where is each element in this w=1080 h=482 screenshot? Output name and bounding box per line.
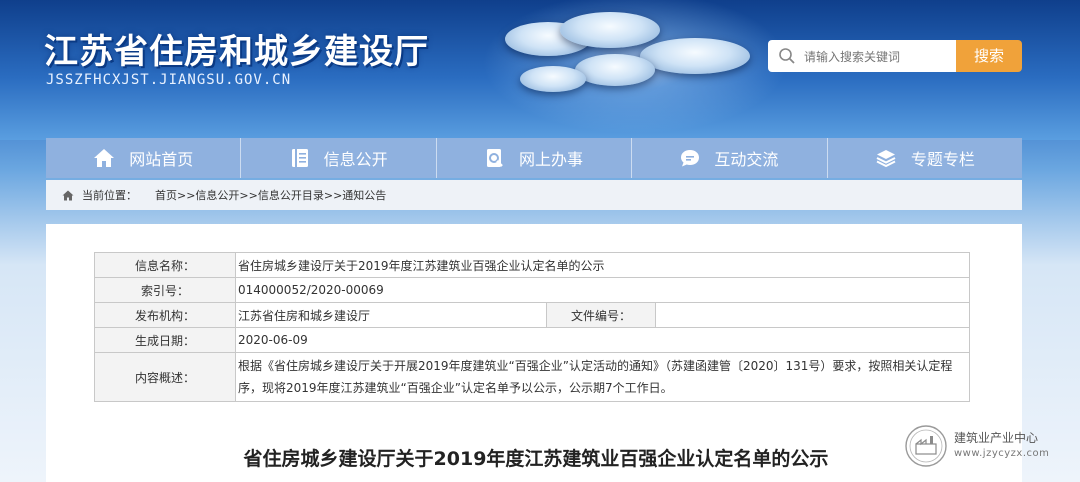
nav-item-label: 专题专栏: [910, 150, 975, 169]
info-table: 信息名称： 省住房城乡建设厅关于2019年度江苏建筑业百强企业认定名单的公示 索…: [94, 252, 970, 402]
table-row: 发布机构： 江苏省住房和城乡建设厅 文件编号：: [94, 302, 970, 328]
home-icon: [94, 149, 115, 167]
site-title[interactable]: 江苏省住房和城乡建设厅: [44, 24, 429, 73]
main-nav: 网站首页 信息公开 网上办事 互动交流 专题专栏: [46, 138, 1022, 178]
nav-item-label: 互动交流: [714, 150, 779, 169]
search-input[interactable]: [802, 46, 954, 68]
search-icon: [779, 48, 795, 64]
chat-icon: [681, 150, 700, 167]
stadium-dome-2: [560, 12, 660, 48]
breadcrumb-prefix: 当前位置：: [82, 189, 137, 202]
stadium-dome-4: [575, 54, 655, 86]
date-label: 生成日期：: [94, 327, 236, 353]
site-header: 江苏省住房和城乡建设厅 JSSZFHCXJST.JIANGSU.GOV.CN 搜…: [0, 0, 1080, 140]
nav-item-label: 信息公开: [323, 150, 388, 169]
watermark-name: 建筑业产业中心: [954, 431, 1039, 445]
nav-item-label: 网上办事: [519, 150, 584, 169]
document-icon: [291, 149, 308, 167]
nav-item-info-public[interactable]: 信息公开: [241, 138, 437, 178]
watermark: 建筑业产业中心 www.jzycyzx.com: [904, 424, 1080, 470]
main-content: 信息名称： 省住房城乡建设厅关于2019年度江苏建筑业百强企业认定名单的公示 索…: [46, 224, 1022, 482]
nav-item-online-service[interactable]: 网上办事: [437, 138, 633, 178]
stadium-dome-3: [640, 38, 750, 74]
table-row: 内容概述： 根据《省住房城乡建设厅关于开展2019年度建筑业“百强企业”认定活动…: [94, 352, 970, 402]
nav-item-label: 网站首页: [129, 150, 194, 169]
stadium-dome-5: [520, 66, 586, 92]
info-name-label: 信息名称：: [94, 252, 236, 278]
search-button[interactable]: 搜索: [956, 40, 1022, 72]
nav-item-home[interactable]: 网站首页: [46, 138, 242, 178]
org-value: 江苏省住房和城乡建设厅: [235, 302, 547, 328]
search-doc-icon: [487, 149, 503, 167]
nav-item-special-topics[interactable]: 专题专栏: [828, 138, 1022, 178]
org-label: 发布机构：: [94, 302, 236, 328]
nav-item-interaction[interactable]: 互动交流: [632, 138, 828, 178]
home-icon: [62, 190, 74, 200]
watermark-url: www.jzycyzx.com: [954, 448, 1050, 459]
table-row: 信息名称： 省住房城乡建设厅关于2019年度江苏建筑业百强企业认定名单的公示: [94, 252, 970, 278]
summary-label: 内容概述：: [94, 352, 236, 402]
table-row: 索引号： 014000052/2020-00069: [94, 277, 970, 303]
date-value: 2020-06-09: [235, 327, 970, 353]
info-name-value: 省住房城乡建设厅关于2019年度江苏建筑业百强企业认定名单的公示: [235, 252, 970, 278]
layers-icon: [876, 150, 896, 168]
index-label: 索引号：: [94, 277, 236, 303]
article-title: 省住房城乡建设厅关于2019年度江苏建筑业百强企业认定名单的公示: [243, 448, 829, 470]
search-box[interactable]: [768, 40, 956, 72]
site-url: JSSZFHCXJST.JIANGSU.GOV.CN: [46, 72, 292, 88]
factory-logo-icon: [905, 425, 947, 467]
summary-value: 根据《省住房城乡建设厅关于开展2019年度建筑业“百强企业”认定活动的通知》（苏…: [235, 352, 970, 402]
index-value: 014000052/2020-00069: [235, 277, 970, 303]
docno-value: [655, 302, 970, 328]
breadcrumb-path[interactable]: 首页>>信息公开>>信息公开目录>>通知公告: [155, 187, 386, 203]
table-row: 生成日期： 2020-06-09: [94, 327, 970, 353]
docno-label: 文件编号：: [546, 302, 656, 328]
breadcrumb: 当前位置： 首页>>信息公开>>信息公开目录>>通知公告: [46, 180, 1022, 210]
